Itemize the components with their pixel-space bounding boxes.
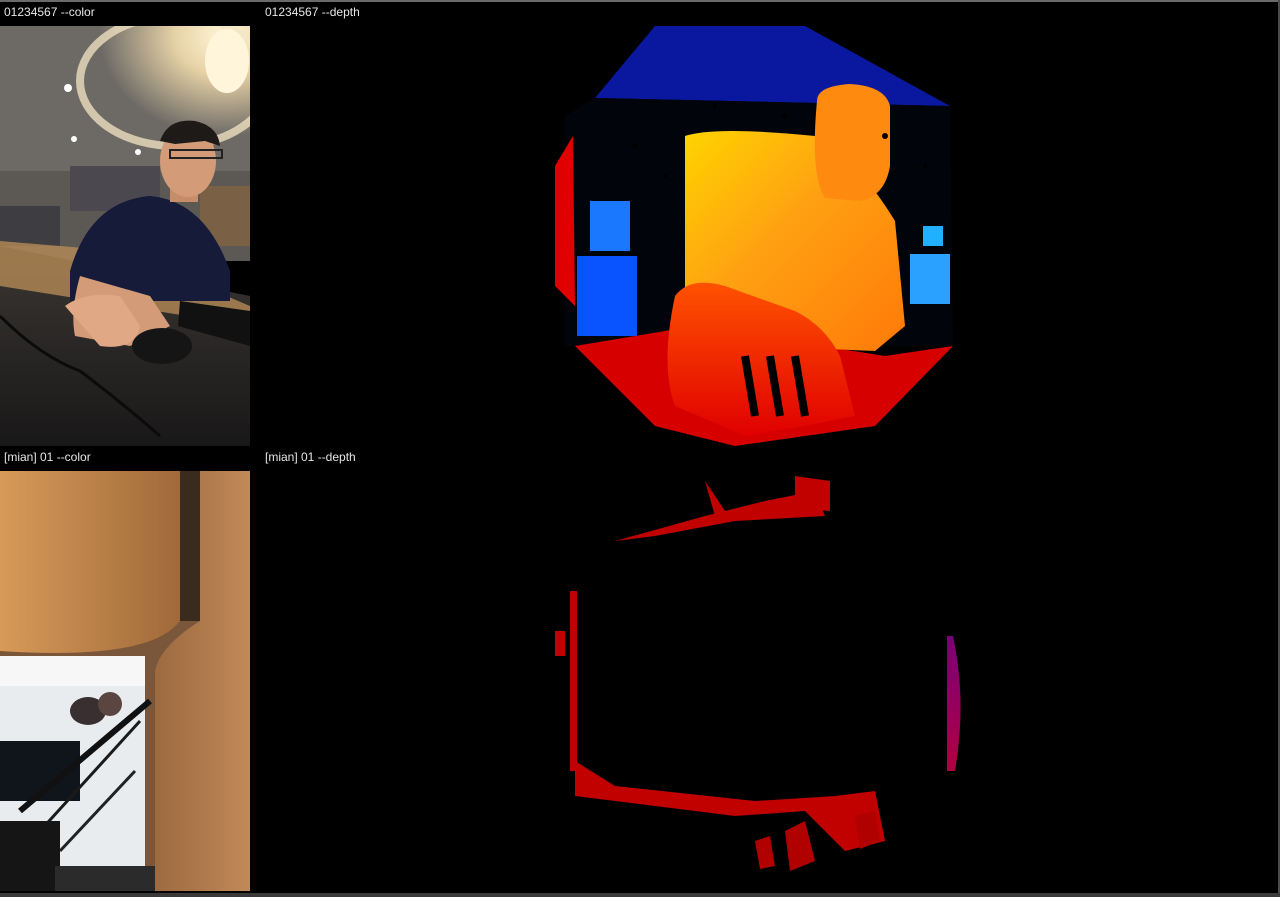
- camera-2-depth-stream: [555, 471, 975, 891]
- window-bottom-border: [0, 893, 1280, 897]
- stream-label-cam2-depth: [mian] 01 --depth: [265, 450, 356, 464]
- camera-2-color-stream: [0, 471, 250, 891]
- stream-label-cam1-color: 01234567 --color: [4, 5, 95, 19]
- stream-label-cam1-depth: 01234567 --depth: [265, 5, 360, 19]
- stream-label-cam2-color: [mian] 01 --color: [4, 450, 91, 464]
- window-top-border: [0, 0, 1280, 2]
- camera-1-color-stream: [0, 26, 250, 446]
- camera-1-depth-stream: [555, 26, 975, 446]
- depth-frame-image-2: [555, 476, 961, 871]
- color-frame-image-1: [0, 26, 250, 446]
- color-frame-image-2: [0, 471, 250, 891]
- stream-viewer-window: 01234567 --color 01234567 --depth [mian]…: [0, 0, 1280, 897]
- depth-frame-image-1: [555, 26, 953, 446]
